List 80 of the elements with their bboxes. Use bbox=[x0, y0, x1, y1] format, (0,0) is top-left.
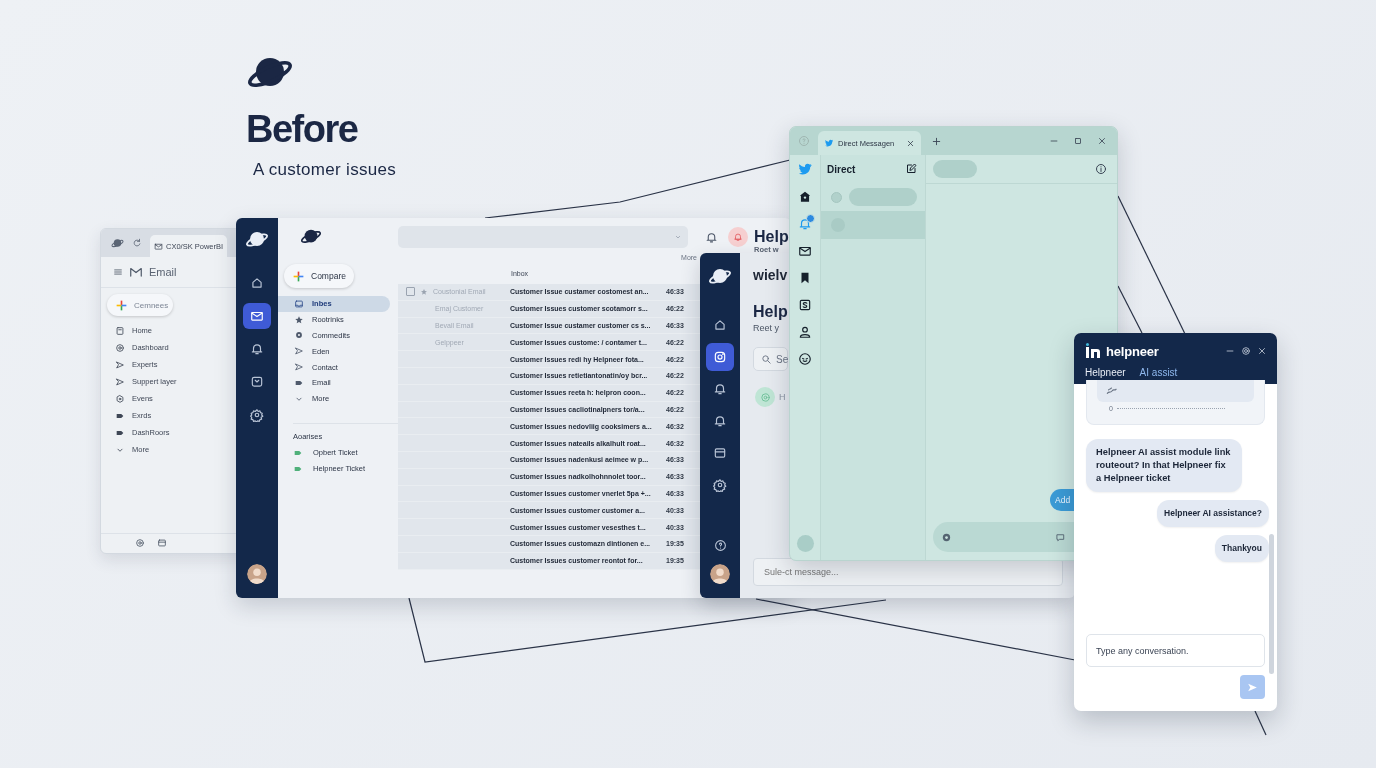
close-icon[interactable] bbox=[906, 138, 915, 148]
close-icon[interactable] bbox=[1097, 136, 1107, 146]
card-icon bbox=[713, 446, 727, 460]
bell-icon[interactable] bbox=[705, 230, 718, 244]
smiley-icon[interactable] bbox=[798, 352, 812, 366]
circle-icon bbox=[759, 391, 771, 403]
mail-icon bbox=[154, 241, 163, 251]
new-tab-icon[interactable] bbox=[931, 135, 942, 147]
avatar[interactable] bbox=[710, 564, 730, 584]
close-icon[interactable] bbox=[1257, 346, 1267, 356]
send-icon bbox=[294, 362, 304, 373]
app-name: Email bbox=[149, 266, 177, 278]
page-title: Before bbox=[246, 107, 359, 152]
settings-icon[interactable] bbox=[1241, 346, 1251, 356]
search-icon bbox=[761, 353, 772, 365]
account-name: wielv bbox=[753, 267, 788, 283]
notification-badge bbox=[806, 214, 815, 223]
search-field[interactable]: Se bbox=[753, 347, 788, 371]
bell-icon[interactable] bbox=[798, 217, 812, 231]
send-icon bbox=[115, 359, 125, 370]
search-field[interactable] bbox=[398, 226, 688, 248]
bell-icon bbox=[733, 232, 743, 242]
target-icon bbox=[115, 342, 125, 353]
tab[interactable]: Helpneer bbox=[1080, 363, 1131, 384]
panel-subtitle: Reet y bbox=[753, 323, 779, 333]
mail-icon bbox=[250, 309, 264, 323]
avatar[interactable] bbox=[247, 564, 267, 584]
checkbox[interactable] bbox=[406, 287, 415, 297]
placeholder-bar bbox=[933, 160, 977, 178]
alert-button[interactable] bbox=[728, 227, 748, 247]
settings-icon bbox=[250, 408, 264, 422]
mail-icon[interactable] bbox=[798, 244, 812, 258]
hexa-icon bbox=[115, 393, 125, 404]
square-icon bbox=[115, 325, 125, 336]
chat-icon bbox=[250, 375, 264, 389]
chevron-icon bbox=[674, 233, 682, 241]
logo-icon bbox=[1085, 343, 1103, 359]
page-subtitle: A customer issues bbox=[253, 160, 397, 180]
star-icon bbox=[294, 314, 304, 325]
home-icon[interactable] bbox=[798, 190, 812, 204]
bell-icon bbox=[713, 382, 727, 396]
plus-icon bbox=[115, 298, 128, 312]
settings-icon bbox=[713, 478, 727, 492]
home-icon bbox=[250, 276, 264, 290]
circle-icon bbox=[294, 330, 304, 341]
bird-icon bbox=[824, 138, 834, 148]
inbox-icon bbox=[294, 298, 304, 309]
bell-icon bbox=[250, 342, 264, 356]
brand-name: helpneer bbox=[1106, 343, 1159, 359]
compose-button[interactable]: Compare bbox=[284, 264, 354, 288]
planet-icon bbox=[111, 236, 124, 250]
scrollbar[interactable] bbox=[1269, 534, 1274, 674]
card-icon[interactable] bbox=[157, 538, 167, 548]
chat-bubble: Helpneer AI assist module link routeout? In that Helpneer fix a Helpneer ticket bbox=[1086, 439, 1242, 492]
connector-line bbox=[1254, 710, 1267, 736]
column-title: Direct bbox=[827, 163, 856, 175]
message-field[interactable]: Type any conversation. bbox=[1086, 634, 1265, 667]
bell-icon bbox=[713, 414, 727, 428]
person-icon[interactable] bbox=[798, 325, 812, 339]
send-icon bbox=[115, 376, 125, 387]
list-icon[interactable] bbox=[798, 298, 812, 312]
header-title: Help bbox=[754, 228, 789, 245]
reload-icon[interactable] bbox=[132, 238, 142, 248]
panel-title: Help bbox=[753, 303, 788, 321]
star-icon[interactable] bbox=[420, 287, 428, 296]
circle-icon bbox=[941, 531, 952, 543]
chat-bubble: Thankyou bbox=[1214, 535, 1269, 562]
chat-icon bbox=[1055, 531, 1066, 543]
maximize-icon[interactable] bbox=[1073, 136, 1083, 146]
plus-icon bbox=[292, 269, 305, 283]
mail-logo-icon bbox=[129, 265, 143, 279]
info-icon[interactable] bbox=[1095, 163, 1107, 175]
compose-button[interactable]: Cemnees bbox=[107, 294, 173, 316]
send-icon bbox=[294, 346, 304, 357]
rail-button[interactable] bbox=[243, 303, 271, 329]
chat-bubble: Helpneer AI assistance? bbox=[1157, 500, 1269, 527]
compose-icon[interactable] bbox=[905, 163, 917, 175]
rail-button[interactable] bbox=[706, 343, 734, 371]
home-icon bbox=[713, 318, 727, 332]
camera-icon bbox=[713, 350, 727, 364]
